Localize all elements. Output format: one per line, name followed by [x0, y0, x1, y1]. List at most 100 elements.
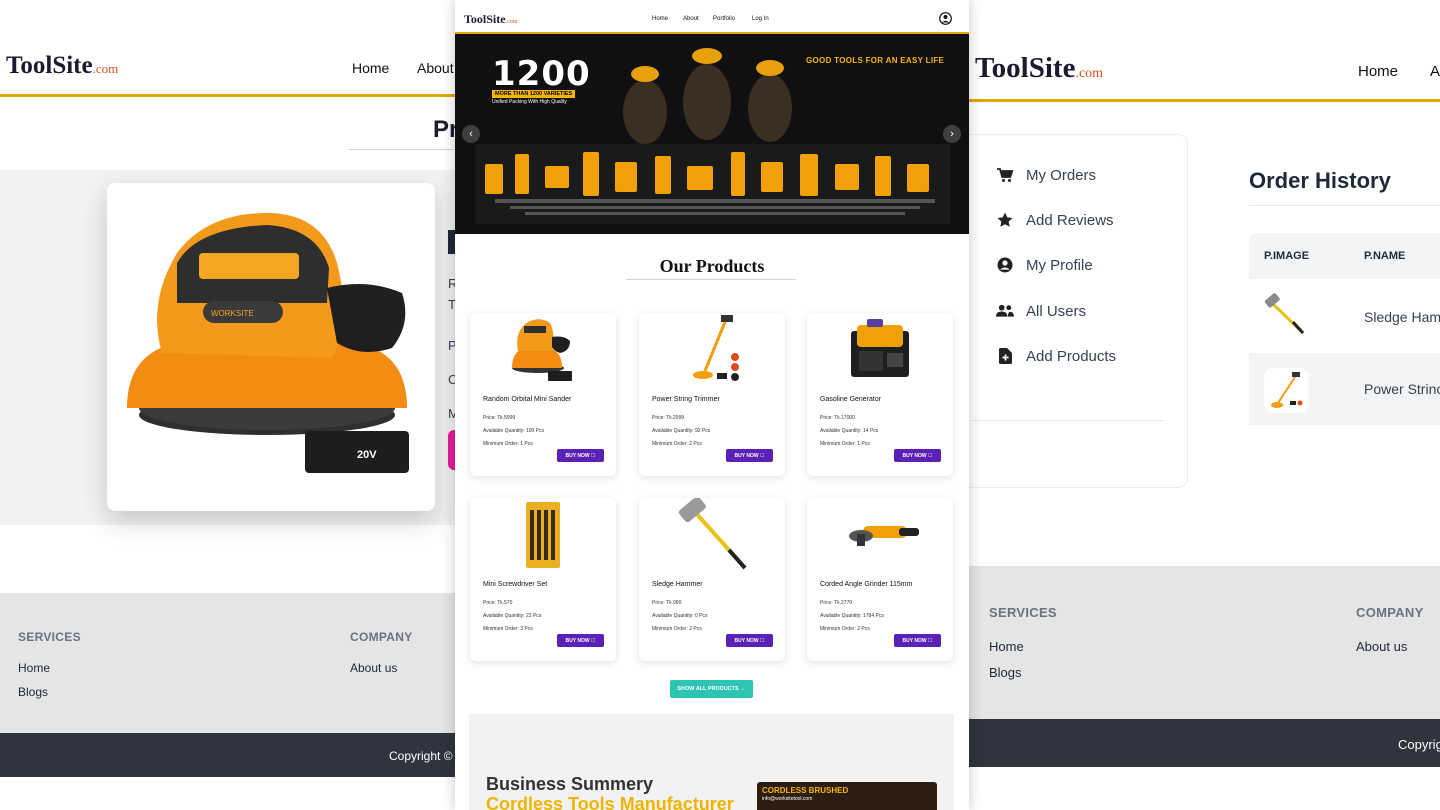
site-logo[interactable]: ToolSite.com: [6, 52, 118, 80]
footer-blogs-link[interactable]: Blogs: [18, 685, 48, 699]
sidebar-item-my-profile[interactable]: My Profile: [996, 253, 1093, 277]
business-summary-section: Business Summery Cordless Tools Manufact…: [469, 714, 954, 810]
sidebar-item-label: My Profile: [1026, 256, 1093, 274]
user-icon[interactable]: [939, 12, 952, 25]
buy-now-button[interactable]: BUY NOW ☐: [894, 634, 941, 647]
sidebar-item-label: My Orders: [1026, 166, 1097, 184]
footer-about-link[interactable]: About us: [350, 661, 397, 675]
product-price: Price: Tk.570: [483, 600, 513, 606]
nav-about-link[interactable]: A: [1430, 63, 1440, 80]
carousel-next-button[interactable]: ›: [943, 125, 961, 143]
title-underline: [1249, 205, 1440, 206]
users-icon: [996, 302, 1014, 320]
nav-login-link[interactable]: Log In: [752, 16, 769, 22]
user-circle-icon: [996, 256, 1014, 274]
product-price: Price: Tk.2770: [820, 600, 853, 606]
page-title: Order History: [1249, 168, 1391, 193]
footer-blogs-link[interactable]: Blogs: [989, 665, 1022, 680]
product-price: Price: Tk.5999: [483, 415, 516, 421]
svg-text:20V: 20V: [357, 449, 377, 461]
footer-home-link[interactable]: Home: [989, 639, 1024, 654]
left-navbar: ToolSite.com Home About: [0, 0, 460, 97]
svg-text:WORKSITE: WORKSITE: [211, 309, 254, 318]
orbital-sander-image: WORKSITE 20V: [127, 213, 409, 473]
section-title: Our Products: [659, 256, 765, 276]
product-name: Mini Screwdriver Set: [483, 581, 548, 588]
sidebar-item-label: All Users: [1026, 302, 1087, 320]
sidebar-item-label: Add Products: [1026, 347, 1117, 365]
product-minimum: Minimum Order: 1 Pcs: [483, 441, 533, 447]
orbital-sander-image: [512, 319, 572, 381]
buy-now-button[interactable]: BUY NOW ☐: [726, 449, 773, 462]
product-price: Price: Tk.2999: [652, 415, 685, 421]
title-underline: [348, 149, 460, 150]
product-image-card: WORKSITE 20V: [107, 183, 435, 511]
orders-table-header: P.IMAGE P.NAME: [1249, 233, 1440, 279]
business-title: Business Summery: [486, 774, 654, 794]
bag-icon: ☐: [590, 637, 596, 644]
hero-varieties: MORE THAN 1200 VARIETIES: [492, 90, 576, 98]
product-minimum: Minimum Order: 2 Pcs: [652, 626, 702, 632]
promo-email: info@worksitetool.com: [762, 796, 813, 802]
product-price: Price: Tk.990: [652, 600, 682, 606]
product-available: Available Quantity: 1784 Pcs: [820, 613, 884, 619]
product-minimum: Minimum Order: 1 Pcs: [820, 441, 870, 447]
right-footer: SERVICES Home Blogs COMPANY About us: [969, 566, 1440, 719]
nav-about-link[interactable]: About: [417, 60, 454, 76]
site-logo[interactable]: ToolSite.com: [975, 52, 1103, 85]
string-trimmer-image: [693, 315, 739, 381]
site-logo[interactable]: ToolSite.com: [464, 12, 517, 27]
product-card: Random Orbital Mini Sander Price: Tk.599…: [470, 313, 616, 476]
arrow-circle-icon: →: [740, 686, 746, 692]
promo-image: CORDLESS BRUSHED info@worksitetool.com: [757, 782, 937, 810]
buy-now-button[interactable]: BUY NOW ☐: [557, 449, 604, 462]
nav-home-link[interactable]: Home: [1358, 63, 1398, 80]
home-page: ToolSite.com Home About Portfolio Log In: [455, 0, 969, 810]
bag-icon: ☐: [927, 452, 933, 459]
product-thumb-frame: [1264, 368, 1309, 413]
carousel-prev-button[interactable]: ‹: [462, 125, 480, 143]
nav-portfolio-link[interactable]: Portfolio: [713, 16, 735, 22]
buy-now-button[interactable]: BUY NOW ☐: [726, 634, 773, 647]
nav-about-link[interactable]: About: [683, 16, 699, 22]
string-trimmer-thumb: [1271, 372, 1303, 408]
sidebar-item-add-reviews[interactable]: Add Reviews: [996, 208, 1114, 232]
sidebar-item-all-users[interactable]: All Users: [996, 299, 1086, 323]
product-name-cell: Sledge Ham: [1364, 309, 1440, 325]
sidebar-item-add-products[interactable]: Add Products: [996, 344, 1116, 368]
column-header: P.IMAGE: [1264, 250, 1310, 262]
sidebar-divider: [972, 420, 1164, 421]
business-subtitle: Cordless Tools Manufacturer: [486, 794, 734, 810]
product-name-cell: Power Strinc: [1364, 381, 1440, 397]
footer-services-heading: SERVICES: [989, 605, 1057, 620]
table-row: Sledge Ham: [1249, 281, 1440, 353]
section-underline: [626, 279, 796, 280]
product-available: Available Quantity: 0 Pcs: [652, 613, 708, 619]
nav-home-link[interactable]: Home: [352, 60, 389, 76]
product-minimum: Minimum Order: 3 Pcs: [483, 626, 533, 632]
bag-icon: ☐: [927, 637, 933, 644]
right-copyright-bar: Copyrig: [969, 719, 1440, 767]
product-card: Mini Screwdriver Set Price: Tk.570 Avail…: [470, 498, 616, 661]
collage: ToolSite.com Home About Pr WORKSITE 20V: [0, 0, 1440, 810]
bag-icon: ☐: [590, 452, 596, 459]
show-all-products-button[interactable]: SHOW ALL PRODUCTS →: [670, 680, 753, 698]
buy-now-button[interactable]: BUY NOW ☐: [557, 634, 604, 647]
nav-home-link[interactable]: Home: [652, 16, 668, 22]
dashboard-page: ToolSite.com Home A My Orders Add Review…: [969, 0, 1440, 810]
product-name: Sledge Hammer: [652, 581, 703, 588]
product-price: Price: Tk.17000: [820, 415, 855, 421]
product-name: Gasoline Generator: [820, 396, 882, 403]
footer-home-link[interactable]: Home: [18, 661, 50, 675]
sidebar-item-label: Add Reviews: [1026, 211, 1114, 229]
dashboard-sidebar: My Orders Add Reviews My Profile All Use…: [969, 134, 1188, 488]
product-detail-page: ToolSite.com Home About Pr WORKSITE 20V: [0, 0, 460, 810]
footer-company-heading: COMPANY: [1356, 605, 1424, 620]
bag-icon: ☐: [759, 637, 765, 644]
product-card: Sledge Hammer Price: Tk.990 Available Qu…: [639, 498, 785, 661]
hero-subtext: Unified Packing With High Quality: [492, 99, 567, 105]
sidebar-item-my-orders[interactable]: My Orders: [996, 163, 1096, 187]
buy-now-button[interactable]: BUY NOW ☐: [894, 449, 941, 462]
footer-about-link[interactable]: About us: [1356, 639, 1407, 654]
promo-title: CORDLESS BRUSHED: [762, 786, 849, 795]
